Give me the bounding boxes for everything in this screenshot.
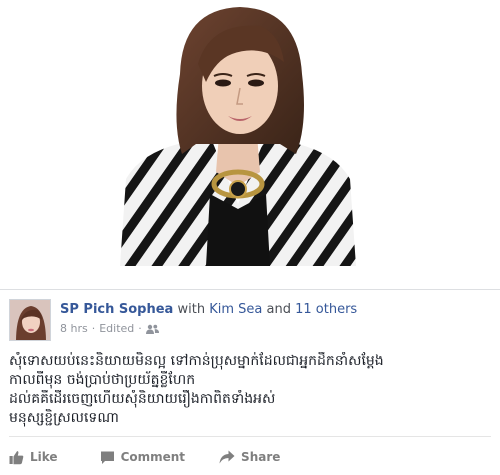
meta-separator: · [91, 322, 96, 335]
like-button[interactable]: Like [9, 450, 58, 465]
post-text-line: ដល់គគីដើរចេញហើយសុំនិយាយរឿងកាពិតទាំងអស់ [9, 391, 276, 407]
with-text: with [177, 302, 206, 317]
comment-label: Comment [120, 450, 186, 464]
post-header: SP Pich Sophea with Kim Sea and 11 other… [60, 302, 357, 317]
thumbs-up-icon [9, 450, 24, 464]
friends-icon[interactable] [145, 324, 159, 334]
actions-divider [9, 436, 491, 437]
profile-picture-icon [10, 300, 50, 340]
author-name[interactable]: SP Pich Sophea [60, 302, 173, 317]
share-button[interactable]: Share [219, 450, 280, 464]
edited-label[interactable]: Edited [99, 322, 134, 335]
post-timestamp[interactable]: 8 hrs [60, 322, 88, 335]
post-photo[interactable] [120, 4, 356, 266]
tagged-others-link[interactable]: 11 others [295, 302, 357, 317]
and-text: and [266, 302, 291, 317]
share-arrow-icon [219, 450, 235, 464]
woman-portrait-image [120, 4, 356, 266]
post-body: សុំទោសយប់នេះនិយាយមិនល្អ ទៅកាន់ប្រុសម្នាក… [9, 352, 491, 428]
like-label: Like [30, 450, 58, 464]
post-photo-area [0, 0, 500, 289]
post-text-line: មនុស្សខ្ជិស្រលទេណា [9, 410, 119, 426]
post-actions: Like Comment Share [9, 446, 302, 468]
avatar[interactable] [9, 299, 51, 341]
meta-separator: · [138, 322, 142, 335]
post-meta: 8 hrs · Edited · [60, 322, 159, 335]
post-text-line: កាលពីមុន ចង់ប្រាប់ថាប្រយ័ត្នខ្លីហែក [9, 372, 196, 388]
share-label: Share [241, 450, 281, 464]
comment-icon [100, 451, 114, 464]
tagged-person[interactable]: Kim Sea [209, 302, 262, 317]
post-card: SP Pich Sophea with Kim Sea and 11 other… [0, 289, 500, 475]
post-text-line: សុំទោសយប់នេះនិយាយមិនល្អ ទៅកាន់ប្រុសម្នាក… [9, 353, 384, 369]
comment-button[interactable]: Comment [100, 450, 185, 465]
